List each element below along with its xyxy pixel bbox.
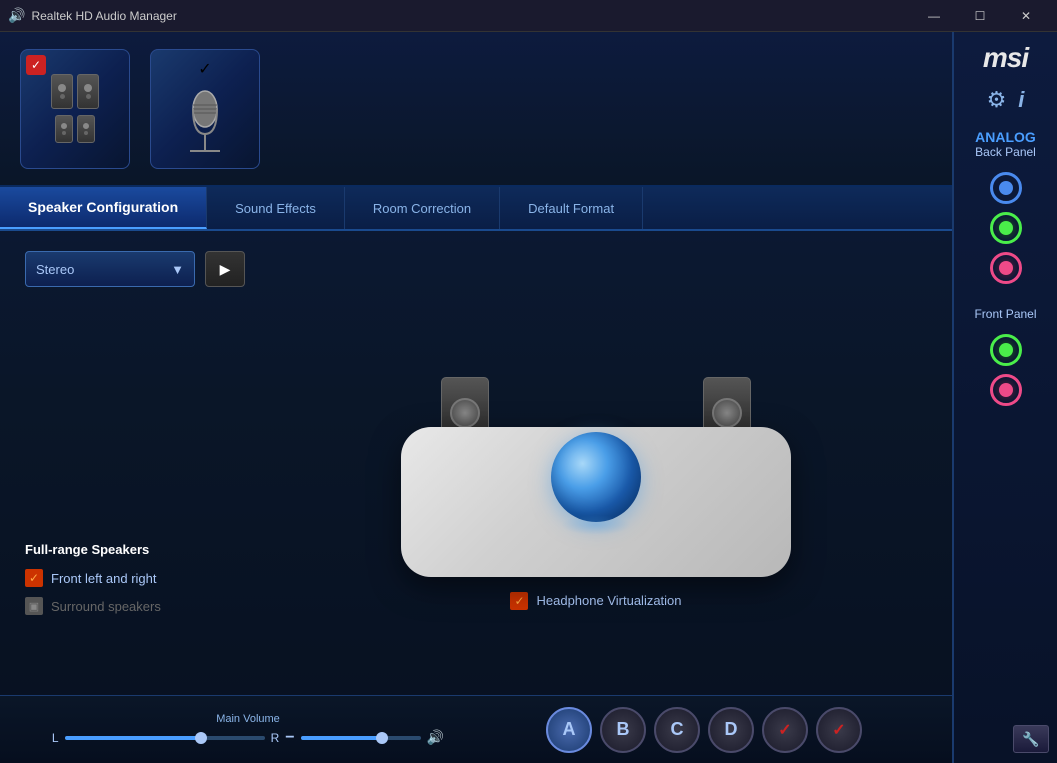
back-jack-blue[interactable]	[990, 172, 1022, 204]
play-button[interactable]: ▶	[205, 251, 245, 287]
front-lr-checkbox-row: ✓ Front left and right	[25, 569, 245, 587]
right-panel: msi ⚙ i ANALOG Back Panel Front Panel	[952, 32, 1057, 763]
speaker-check-badge: ✓	[26, 55, 46, 75]
dropdown-arrow-icon: ▼	[171, 262, 184, 277]
headphone-checkbox[interactable]: ✓	[510, 592, 528, 610]
speaker-viz: ✓ Headphone Virtualization	[265, 251, 927, 675]
analog-sub: Back Panel	[975, 145, 1036, 159]
analog-title: ANALOG	[975, 129, 1036, 145]
audio-orb	[551, 432, 641, 522]
minimize-button[interactable]: —	[911, 0, 957, 32]
tab-default-format[interactable]: Default Format	[500, 187, 643, 229]
speaker-device-card[interactable]: ✓	[20, 49, 130, 169]
controls-left: Stereo ▼ ▶ Full-range Speakers ✓ Front l…	[25, 251, 245, 675]
surround-label: Surround speakers	[51, 599, 161, 614]
full-range-title: Full-range Speakers	[25, 542, 245, 557]
volume-speaker-icon: 🔊	[427, 729, 444, 746]
tab-room-correction[interactable]: Room Correction	[345, 187, 500, 229]
headphone-label: Headphone Virtualization	[536, 593, 681, 608]
speaker-box-front-left	[55, 115, 73, 143]
front-jack-green[interactable]	[990, 334, 1022, 366]
right-bottom: 🔧	[962, 725, 1049, 753]
left-panel: ✓	[0, 32, 952, 763]
gear-icon[interactable]: ⚙	[987, 87, 1007, 113]
ok-button[interactable]: ✓	[762, 707, 808, 753]
profile-b-button[interactable]: B	[600, 707, 646, 753]
viz-stage	[381, 297, 811, 577]
tab-speaker-configuration[interactable]: Speaker Configuration	[0, 187, 207, 229]
profile-a-button[interactable]: A	[546, 707, 592, 753]
mic-device-card[interactable]: ✓	[150, 49, 260, 169]
left-volume-slider[interactable]	[65, 736, 265, 740]
speaker-box-front-right	[77, 115, 95, 143]
close-button[interactable]: ✕	[1003, 0, 1049, 32]
tab-bar: Speaker Configuration Sound Effects Room…	[0, 187, 952, 231]
profile-d-button[interactable]: D	[708, 707, 754, 753]
tab-sound-effects[interactable]: Sound Effects	[207, 187, 345, 229]
front-jack-green-inner	[999, 343, 1013, 357]
surround-checkbox-row: ▣ Surround speakers	[25, 597, 245, 615]
info-icon[interactable]: i	[1018, 87, 1024, 113]
back-panel-jacks	[962, 172, 1049, 284]
left-volume-thumb	[195, 732, 207, 744]
right-volume-thumb	[376, 732, 388, 744]
settings-row: ⚙ i	[987, 87, 1025, 113]
volume-controls: L R − 🔊	[52, 729, 444, 747]
left-channel-label: L	[52, 731, 59, 745]
front-panel-jacks	[962, 334, 1049, 406]
stereo-row: Stereo ▼ ▶	[25, 251, 245, 287]
front-lr-label: Front left and right	[51, 571, 157, 586]
front-lr-checkbox[interactable]: ✓	[25, 569, 43, 587]
right-volume-slider[interactable]	[301, 736, 421, 740]
stereo-dropdown[interactable]: Stereo ▼	[25, 251, 195, 287]
wrench-button[interactable]: 🔧	[1013, 725, 1049, 753]
jack-pink-inner	[999, 261, 1013, 275]
back-jack-pink[interactable]	[990, 252, 1022, 284]
jack-blue-inner	[999, 181, 1013, 195]
maximize-button[interactable]: ☐	[957, 0, 1003, 32]
play-icon: ▶	[220, 261, 231, 278]
speaker-icon-group	[51, 74, 99, 109]
back-jack-green[interactable]	[990, 212, 1022, 244]
content-area: Stereo ▼ ▶ Full-range Speakers ✓ Front l…	[0, 231, 952, 695]
jack-green-inner	[999, 221, 1013, 235]
volume-label: Main Volume	[216, 713, 280, 725]
full-range-section: Full-range Speakers ✓ Front left and rig…	[25, 542, 245, 625]
bottom-buttons: A B C D ✓ ✓	[476, 707, 932, 753]
app-icon: 🔊	[8, 7, 25, 24]
analog-section: ANALOG Back Panel	[975, 129, 1036, 159]
speaker-box-right	[77, 74, 99, 109]
mic-check-badge: ✓	[198, 59, 211, 79]
wrench-icon: 🔧	[1022, 731, 1039, 748]
orb-reflection	[561, 515, 631, 535]
mic-icon	[165, 79, 245, 159]
front-jack-pink-inner	[999, 383, 1013, 397]
main-container: ✓	[0, 32, 1057, 763]
headphone-virtualization-row: ✓ Headphone Virtualization	[510, 592, 681, 610]
app-title: Realtek HD Audio Manager	[31, 9, 911, 23]
volume-section: Main Volume L R − 🔊	[20, 713, 476, 747]
device-area: ✓	[0, 32, 952, 187]
bottom-bar: Main Volume L R − 🔊 A B C	[0, 695, 952, 763]
front-panel-label: Front Panel	[974, 307, 1036, 321]
volume-minus[interactable]: −	[285, 729, 294, 747]
front-jack-pink[interactable]	[990, 374, 1022, 406]
right-channel-label: R	[271, 731, 280, 745]
titlebar: 🔊 Realtek HD Audio Manager — ☐ ✕	[0, 0, 1057, 32]
msi-logo: msi	[983, 42, 1028, 74]
cancel-button[interactable]: ✓	[816, 707, 862, 753]
speaker-box-left	[51, 74, 73, 109]
surround-checkbox[interactable]: ▣	[25, 597, 43, 615]
profile-c-button[interactable]: C	[654, 707, 700, 753]
